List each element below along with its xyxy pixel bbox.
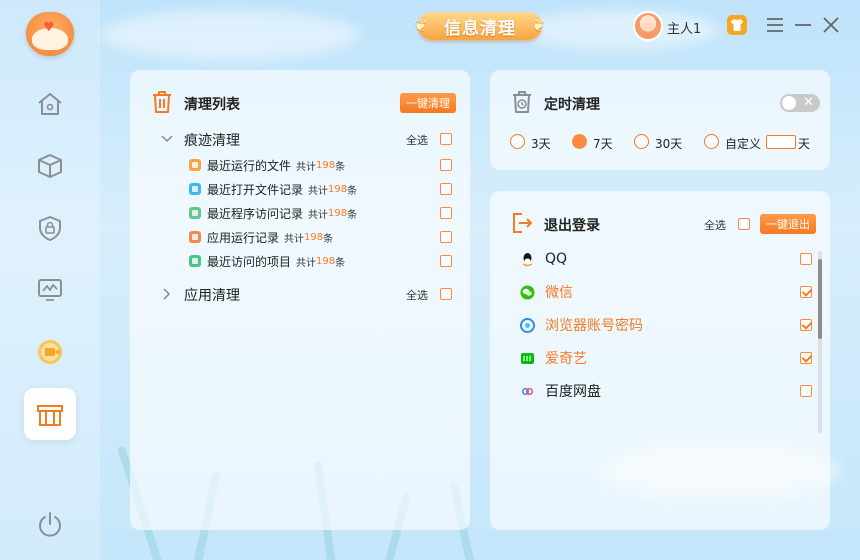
logout-icon bbox=[513, 213, 532, 233]
trace-item: 最近运行的文件 共计 198 条 bbox=[189, 156, 345, 174]
avatar[interactable] bbox=[633, 11, 663, 41]
logout-scrollbar[interactable] bbox=[818, 251, 822, 433]
open-file-icon bbox=[189, 183, 201, 195]
sidebar-item-plugin[interactable] bbox=[24, 326, 76, 378]
sidebar-item-home[interactable] bbox=[24, 78, 76, 130]
trace-item: 最近程序访问记录 共计 198 条 bbox=[189, 204, 357, 222]
page-title: ❦ 信息清理 ❦ bbox=[414, 12, 545, 40]
logout-app-row: 微信 bbox=[520, 282, 573, 302]
recent-file-icon bbox=[189, 159, 201, 171]
logout-panel: 退出登录 全选 一键退出 QQ 微信 浏览器账号密码 爱奇艺 百度网盘 bbox=[490, 191, 830, 530]
trace-item-checkbox[interactable] bbox=[440, 255, 452, 267]
logout-title: 退出登录 bbox=[544, 218, 600, 234]
trace-item: 最近访问的项目 共计 198 条 bbox=[189, 252, 345, 270]
timed-trash-icon bbox=[513, 91, 531, 113]
baidu-netdisk-icon bbox=[521, 384, 534, 398]
logout-select-all-checkbox[interactable] bbox=[738, 218, 750, 230]
trace-item: 最近打开文件记录 共计 198 条 bbox=[189, 180, 357, 198]
iqiyi-icon bbox=[521, 352, 534, 364]
radio-30-days[interactable] bbox=[634, 134, 649, 149]
sidebar-item-cube[interactable] bbox=[24, 140, 76, 192]
custom-days-unit: 天 bbox=[798, 137, 811, 151]
logout-select-all-label: 全选 bbox=[704, 219, 726, 232]
logout-app-row: 爱奇艺 bbox=[520, 348, 587, 368]
close-button[interactable] bbox=[820, 14, 842, 36]
monitor-icon bbox=[38, 279, 62, 301]
chevron-right-icon[interactable] bbox=[160, 287, 174, 301]
logout-browser-checkbox[interactable] bbox=[800, 319, 812, 331]
radio-30-days-label: 30天 bbox=[655, 137, 683, 151]
logout-wechat-checkbox[interactable] bbox=[800, 286, 812, 298]
logout-app-row: 浏览器账号密码 bbox=[520, 315, 643, 335]
program-access-icon bbox=[189, 207, 201, 219]
trace-item-checkbox[interactable] bbox=[440, 231, 452, 243]
logout-app-row: QQ bbox=[520, 249, 567, 269]
menu-icon bbox=[767, 18, 783, 32]
qq-icon bbox=[522, 252, 533, 266]
minimize-icon bbox=[795, 24, 811, 26]
chevron-down-icon[interactable] bbox=[160, 132, 174, 146]
app-select-all-checkbox[interactable] bbox=[440, 288, 452, 300]
logout-baidu-checkbox[interactable] bbox=[800, 385, 812, 397]
trace-item: 应用运行记录 共计 198 条 bbox=[189, 228, 333, 246]
radio-7-days-label: 7天 bbox=[593, 137, 613, 151]
plugin-icon bbox=[38, 340, 62, 364]
trace-clean-group-label: 痕迹清理 bbox=[184, 133, 240, 149]
app-run-icon bbox=[189, 231, 201, 243]
timed-clean-toggle[interactable]: ✕ bbox=[780, 94, 820, 112]
menu-button[interactable] bbox=[764, 14, 786, 36]
radio-custom-label: 自定义 bbox=[725, 137, 762, 151]
recent-item-icon bbox=[189, 255, 201, 267]
trace-select-all-label: 全选 bbox=[406, 134, 428, 147]
toggle-off-icon: ✕ bbox=[803, 95, 814, 110]
sidebar bbox=[0, 0, 100, 560]
sidebar-item-monitor[interactable] bbox=[24, 264, 76, 316]
clean-list-title: 清理列表 bbox=[184, 97, 240, 113]
user-name: 主人1 bbox=[667, 22, 702, 37]
gift-box-icon bbox=[37, 405, 63, 426]
cube-icon bbox=[38, 154, 62, 178]
app-select-all-label: 全选 bbox=[406, 289, 428, 302]
radio-custom[interactable] bbox=[704, 134, 719, 149]
radio-7-days[interactable] bbox=[572, 134, 587, 149]
app-clean-group-label: 应用清理 bbox=[184, 288, 240, 304]
clean-list-panel: 清理列表 一键清理 痕迹清理 全选 最近运行的文件 共计 198 条 最近打开文… bbox=[130, 70, 470, 530]
home-icon bbox=[38, 93, 62, 115]
timed-clean-panel: 定时清理 ✕ 3天 7天 30天 自定义 天 bbox=[490, 70, 830, 170]
timed-clean-title: 定时清理 bbox=[544, 97, 600, 113]
browser-icon bbox=[520, 317, 535, 333]
sidebar-item-power[interactable] bbox=[24, 498, 76, 550]
custom-days-input[interactable] bbox=[766, 135, 796, 149]
toggle-knob bbox=[782, 96, 796, 110]
skin-button[interactable] bbox=[727, 15, 747, 35]
minimize-button[interactable] bbox=[792, 14, 814, 36]
power-icon bbox=[39, 512, 61, 537]
close-icon bbox=[823, 17, 839, 33]
logout-qq-checkbox[interactable] bbox=[800, 253, 812, 265]
shield-lock-icon bbox=[39, 216, 61, 241]
radio-3-days[interactable] bbox=[510, 134, 525, 149]
sidebar-item-security[interactable] bbox=[24, 202, 76, 254]
one-click-logout-button[interactable]: 一键退出 bbox=[760, 214, 816, 234]
trace-item-checkbox[interactable] bbox=[440, 159, 452, 171]
scrollbar-thumb[interactable] bbox=[818, 259, 822, 339]
trace-item-checkbox[interactable] bbox=[440, 207, 452, 219]
wechat-icon bbox=[520, 285, 535, 299]
trace-item-checkbox[interactable] bbox=[440, 183, 452, 195]
trace-select-all-checkbox[interactable] bbox=[440, 133, 452, 145]
wing-left-icon: ❦ bbox=[414, 16, 429, 35]
trash-icon bbox=[153, 91, 171, 113]
wing-right-icon: ❦ bbox=[531, 16, 546, 35]
radio-3-days-label: 3天 bbox=[531, 137, 551, 151]
shirt-icon bbox=[731, 19, 743, 31]
logout-app-row: 百度网盘 bbox=[520, 381, 601, 401]
one-click-clean-button[interactable]: 一键清理 bbox=[400, 93, 456, 113]
logout-iqiyi-checkbox[interactable] bbox=[800, 352, 812, 364]
app-logo bbox=[26, 12, 74, 56]
sidebar-item-cleanup[interactable] bbox=[24, 388, 76, 440]
